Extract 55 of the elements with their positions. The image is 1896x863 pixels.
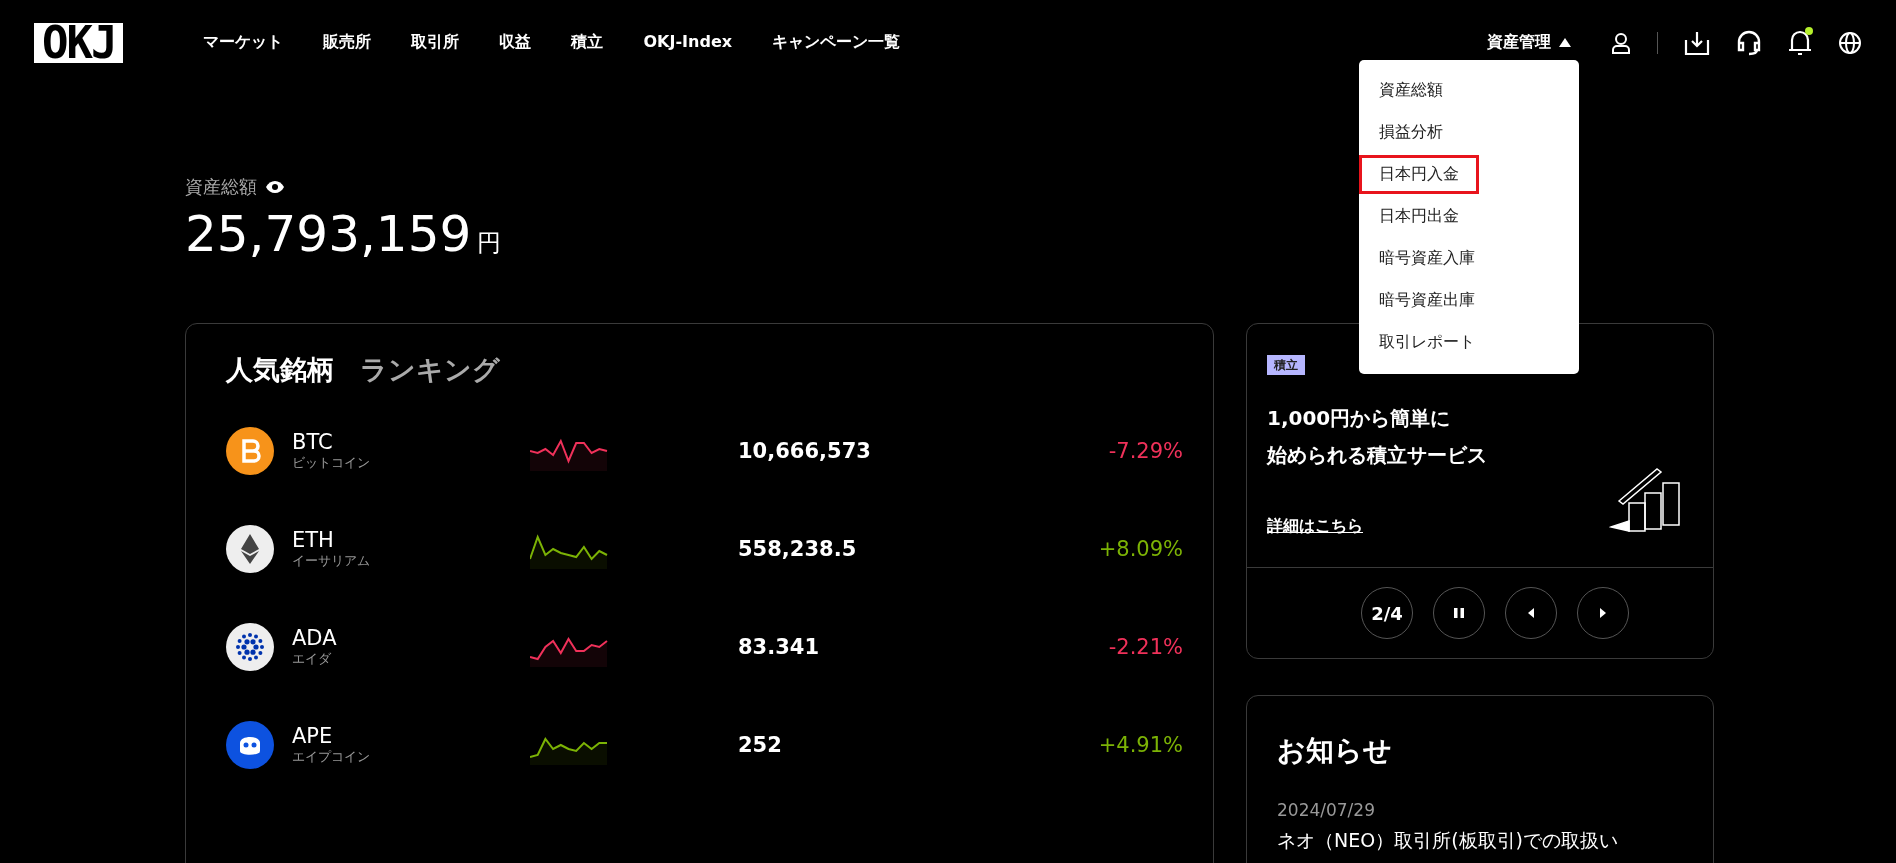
card-title: お知らせ	[1277, 733, 1393, 769]
cardano-icon	[226, 623, 274, 671]
details-link[interactable]: 詳細はこちら	[1267, 516, 1363, 537]
bitcoin-icon	[226, 427, 274, 475]
card-subtitle: ランキング	[360, 353, 500, 387]
coin-price: 83.341	[737, 635, 821, 659]
menu-item[interactable]: 損益分析	[1359, 111, 1579, 154]
coin-name: イーサリアム	[292, 552, 371, 570]
price-change: +8.09%	[1097, 537, 1183, 561]
nav-link[interactable]: 積立	[571, 32, 604, 53]
menu-item[interactable]: 暗号資産入庫	[1359, 237, 1579, 280]
balance-amount: 25,793,159	[185, 205, 472, 263]
menu-item[interactable]: 取引レポート	[1359, 321, 1579, 364]
nav-link[interactable]: 販売所	[323, 32, 372, 53]
highlight-frame: 日本円入金	[1359, 155, 1479, 194]
coin-price: 252	[737, 733, 783, 757]
coin-name: エイプコイン	[292, 748, 371, 766]
price-change: -2.21%	[1107, 635, 1183, 659]
coin-symbol: ADA	[292, 626, 338, 650]
headset-icon[interactable]	[1736, 29, 1762, 56]
pause-icon	[1452, 606, 1466, 620]
bell-icon[interactable]	[1788, 29, 1812, 56]
caret-icon	[1559, 38, 1571, 47]
coin-price: 10,666,573	[737, 439, 872, 463]
nav-link[interactable]: OKJ-Index	[643, 32, 733, 53]
ethereum-icon	[226, 525, 274, 573]
globe-icon[interactable]	[1838, 30, 1862, 55]
coin-name: エイダ	[292, 650, 332, 668]
menu-item[interactable]: 日本円出金	[1359, 195, 1579, 238]
promo-tag: 積立	[1267, 355, 1305, 375]
coin-symbol: BTC	[292, 430, 334, 454]
menu-item[interactable]: 資産総額	[1359, 69, 1579, 112]
currency-unit: 円	[477, 228, 502, 259]
menu-item[interactable]: 暗号資産出庫	[1359, 279, 1579, 322]
logo[interactable]: OKJ	[34, 22, 124, 63]
balance-label: 資産総額	[185, 175, 257, 199]
coin-name: ビットコイン	[292, 454, 371, 472]
card-title: 人気銘柄	[226, 353, 334, 387]
download-icon[interactable]	[1684, 29, 1710, 56]
news-link[interactable]: ネオ（NEO）取引所(板取引)での取扱い	[1277, 828, 1683, 854]
news-date: 2024/07/29	[1277, 800, 1376, 820]
price-change: +4.91%	[1097, 733, 1183, 757]
promo-heading: 1,000円から簡単に 始められる積立サービス	[1267, 405, 1488, 469]
coin-symbol: APE	[292, 724, 334, 748]
nav-link[interactable]: マーケット	[203, 32, 284, 53]
user-icon[interactable]	[1611, 31, 1631, 54]
nav-link[interactable]: キャンペーン一覧	[772, 32, 901, 53]
nav-link[interactable]: 取引所	[411, 32, 460, 53]
coin-price: 558,238.5	[737, 537, 858, 561]
price-change: -7.29%	[1107, 439, 1183, 463]
eye-icon[interactable]	[265, 180, 285, 194]
nav-link[interactable]: 収益	[499, 32, 532, 53]
asset-menu-button[interactable]: 資産管理	[1487, 32, 1571, 53]
coin-symbol: ETH	[292, 528, 335, 552]
menu-item[interactable]: 日本円入金	[1359, 153, 1579, 196]
